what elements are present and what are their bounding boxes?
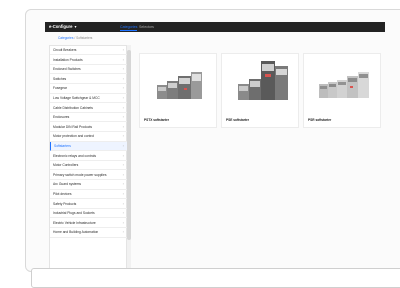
chevron-right-icon: › [122,229,124,235]
chevron-right-icon: › [122,191,124,196]
chevron-right-icon: › [122,143,124,148]
tab-selectors-label: Selectors [139,24,154,29]
sidebar-item-label: Enclosures [53,115,70,120]
sidebar-item-cable-distribution-cabinets[interactable]: Cable Distribution Cabinets › [50,104,127,113]
sidebar-item-low-voltage-switchgear[interactable]: Low Voltage Switchgear & MCC › [50,94,127,104]
breadcrumb-current: Softstarters [76,36,93,40]
chevron-right-icon: › [122,104,124,110]
sidebar-item-softstarters[interactable]: Softstarters › [50,142,127,152]
sidebar-item-label: Switches [53,76,67,81]
chevron-right-icon: › [122,152,124,158]
sidebar-item-label: Fusegear [53,86,67,91]
product-label: PSTX softstarter [144,118,169,122]
tab-selectors[interactable]: Selectors [139,25,154,29]
scrollbar-thumb[interactable] [127,50,131,240]
psr-softstarter-image [319,72,369,98]
breadcrumb-categories-link[interactable]: Categories [58,36,73,40]
sidebar-item-label: Installation Products [53,57,83,62]
sidebar-item-enclosed-switches[interactable]: Enclosed Switches › [50,65,127,75]
product-card-pse[interactable]: PSE softstarter [221,53,299,128]
sidebar-scrollbar[interactable] [127,45,131,275]
chevron-right-icon: › [122,85,124,91]
sidebar-item-pilot-devices[interactable]: Pilot devices › [50,190,127,200]
sidebar-item-electronic-relays[interactable]: Electronic relays and controls › [50,152,127,161]
sidebar-item-fusegear[interactable]: Fusegear › [50,84,127,94]
chevron-right-icon: › [122,95,124,100]
chevron-right-icon: › [122,210,124,216]
sidebar-item-label: Enclosed Switches [53,67,81,72]
breadcrumb: Categories / Softstarters [58,36,92,40]
sidebar-item-enclosures[interactable]: Enclosures › [50,113,127,123]
chevron-right-icon: › [122,171,124,177]
pstx-softstarter-image [157,72,202,99]
chevron-right-icon: › [122,219,124,225]
sidebar-item-label: Pilot devices [53,192,72,196]
sidebar-item-ev-infrastructure[interactable]: Electric Vehicle Infrastructure › [50,219,127,228]
pse-softstarter-image [238,61,288,100]
tab-categories[interactable]: Categories [120,24,138,31]
chevron-down-icon: ▾ [74,24,77,29]
chevron-right-icon: › [122,200,124,206]
sidebar-item-label: Safety Products [53,201,77,206]
sidebar-item-label: Electric Vehicle Infrastructure [53,220,96,225]
product-label: PSE softstarter [226,118,250,122]
brand-label: e-Configure [49,24,73,29]
active-tab-indicator [120,29,138,31]
sidebar-item-label: Home and Building Automation [53,230,99,235]
product-card-pstx[interactable]: PSTX softstarter [139,53,217,128]
sidebar-item-label: Modular DIN Rail Products [53,124,93,129]
chevron-right-icon: › [122,114,124,120]
sidebar-item-switches[interactable]: Switches › [50,75,127,84]
brand-menu[interactable]: e-Configure ▾ [49,24,77,29]
sidebar-item-label: Electronic relays and controls [53,153,97,158]
sidebar-item-label: Circuit Breakers [53,48,77,52]
sidebar-item-home-building-automation[interactable]: Home and Building Automation › [50,228,127,238]
sidebar-item-label: Low Voltage Switchgear & MCC [53,96,100,100]
sidebar-item-label: Cable Distribution Cabinets [53,105,93,110]
sidebar-item-motor-controllers[interactable]: Motor Controllers › [50,161,127,171]
chevron-right-icon: › [122,133,124,139]
category-sidebar: Circuit Breakers › Installation Products ›… [49,45,127,275]
sidebar-item-arc-guard-systems[interactable]: Arc Guard systems › [50,180,127,190]
sidebar-item-installation-products[interactable]: Installation Products › [50,56,127,65]
sidebar-item-industrial-plugs[interactable]: Industrial Plugs and Sockets › [50,209,127,219]
chevron-right-icon: › [122,162,124,168]
tab-categories-label: Categories [120,24,138,29]
bottom-panel [31,268,400,288]
sidebar-item-label: Motor Controllers [53,163,79,168]
sidebar-item-circuit-breakers[interactable]: Circuit Breakers › [50,46,127,56]
sidebar-item-safety-products[interactable]: Safety Products › [50,200,127,209]
sidebar-item-label: Softstarters [54,144,71,148]
top-navigation-bar: e-Configure ▾ Categories Selectors [45,22,385,32]
chevron-right-icon: › [122,75,124,81]
chevron-right-icon: › [122,56,124,62]
sidebar-item-label: Primary switch mode power supplies [53,172,107,177]
sidebar-item-modular-din-rail-products[interactable]: Modular DIN Rail Products › [50,123,127,132]
product-card-psr[interactable]: PSR softstarter [303,53,381,128]
sidebar-item-label: Motor protection and control [53,134,95,139]
chevron-right-icon: › [122,66,124,72]
product-label: PSR softstarter [308,118,332,122]
sidebar-item-motor-protection-and-control[interactable]: Motor protection and control › [50,132,127,142]
chevron-right-icon: › [122,123,124,129]
sidebar-item-label: Industrial Plugs and Sockets [53,211,95,216]
sidebar-item-power-supplies[interactable]: Primary switch mode power supplies › [50,171,127,180]
chevron-right-icon: › [122,181,124,187]
sidebar-item-label: Arc Guard systems [53,182,82,187]
chevron-right-icon: › [122,47,124,52]
